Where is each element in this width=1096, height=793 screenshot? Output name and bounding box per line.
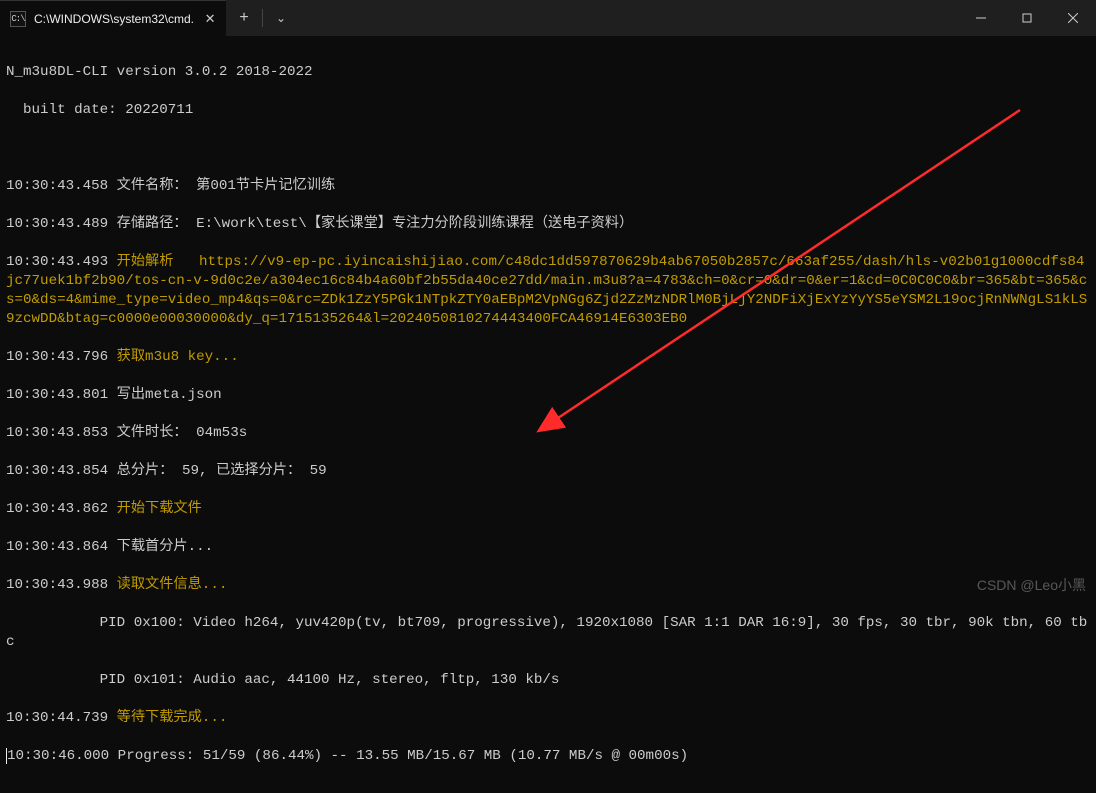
log-wait: 10:30:44.739 等待下载完成... xyxy=(6,709,1090,728)
log-parse: 10:30:43.493 开始解析 https://v9-ep-pc.iyinc… xyxy=(6,253,1090,329)
window-controls xyxy=(958,0,1096,36)
log-firstseg: 10:30:43.864 下载首分片... xyxy=(6,538,1090,557)
log-getkey: 10:30:43.796 获取m3u8 key... xyxy=(6,348,1090,367)
close-button[interactable] xyxy=(1050,0,1096,36)
log-meta: 10:30:43.801 写出meta.json xyxy=(6,386,1090,405)
terminal-tab[interactable]: C:\ C:\WINDOWS\system32\cmd. ✕ xyxy=(0,0,226,36)
minimize-icon xyxy=(976,13,986,23)
log-startdl: 10:30:43.862 开始下载文件 xyxy=(6,500,1090,519)
log-readinfo: 10:30:43.988 读取文件信息... xyxy=(6,576,1090,595)
log-filename: 10:30:43.458 文件名称： 第001节卡片记忆训练 xyxy=(6,177,1090,196)
maximize-button[interactable] xyxy=(1004,0,1050,36)
tab-actions: + ⌄ xyxy=(226,0,299,36)
build-date: built date: 20220711 xyxy=(6,101,1090,120)
cmd-icon: C:\ xyxy=(10,11,26,27)
close-tab-button[interactable]: ✕ xyxy=(202,11,218,27)
log-progress: 10:30:46.000 Progress: 51/59 (86.44%) --… xyxy=(6,747,1090,766)
window-titlebar: C:\ C:\WINDOWS\system32\cmd. ✕ + ⌄ xyxy=(0,0,1096,36)
log-audio-pid: PID 0x101: Audio aac, 44100 Hz, stereo, … xyxy=(6,671,1090,690)
tab-dropdown-button[interactable]: ⌄ xyxy=(263,0,299,36)
minimize-button[interactable] xyxy=(958,0,1004,36)
csdn-watermark: CSDN @Leo小黑 xyxy=(977,575,1086,595)
terminal-output[interactable]: N_m3u8DL-CLI version 3.0.2 2018-2022 bui… xyxy=(0,36,1096,793)
log-video-pid: PID 0x100: Video h264, yuv420p(tv, bt709… xyxy=(6,614,1090,652)
log-duration: 10:30:43.853 文件时长： 04m53s xyxy=(6,424,1090,443)
log-segments: 10:30:43.854 总分片： 59, 已选择分片： 59 xyxy=(6,462,1090,481)
maximize-icon xyxy=(1022,13,1032,23)
close-icon xyxy=(1068,13,1078,23)
new-tab-button[interactable]: + xyxy=(226,0,262,36)
app-header: N_m3u8DL-CLI version 3.0.2 2018-2022 xyxy=(6,63,1090,82)
log-savepath: 10:30:43.489 存储路径： E:\work\test\【家长课堂】专注… xyxy=(6,215,1090,234)
blank-line xyxy=(6,139,1090,158)
tab-strip: C:\ C:\WINDOWS\system32\cmd. ✕ + ⌄ xyxy=(0,0,299,36)
tab-title: C:\WINDOWS\system32\cmd. xyxy=(34,12,194,26)
